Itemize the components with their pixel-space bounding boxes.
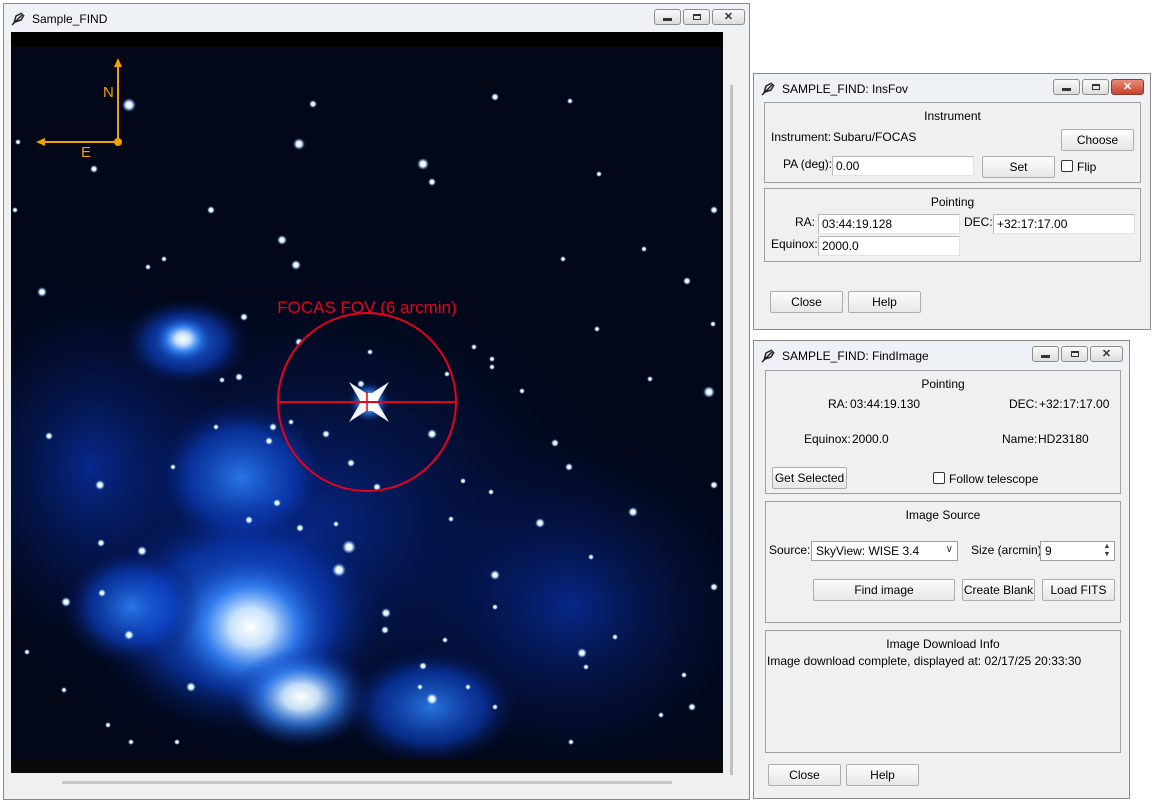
size-label: Size (arcmin): — [971, 543, 1046, 557]
name-label: Name: — [1002, 432, 1038, 446]
dec-label: DEC: — [964, 215, 993, 229]
ra-input[interactable] — [818, 214, 960, 234]
image-bottom-border — [11, 759, 723, 773]
close-icon: ✕ — [723, 10, 734, 23]
equinox-input[interactable] — [818, 236, 960, 256]
download-message: Image download complete, displayed at: 0… — [767, 654, 1082, 668]
dec-label: DEC: — [1009, 397, 1038, 411]
help-button[interactable]: Help — [848, 291, 921, 313]
close-window-button[interactable]: ✕ — [1111, 79, 1144, 95]
close-window-button[interactable]: ✕ — [712, 9, 745, 25]
name-value: HD23180 — [1038, 432, 1089, 446]
pointing-group-title: Pointing — [921, 377, 965, 391]
source-label: Source: — [769, 543, 811, 557]
download-info-group: Image Download Info Image download compl… — [765, 630, 1121, 753]
insfov-window: SAMPLE_FIND: InsFov ✕ Instrument Instrum… — [753, 73, 1151, 330]
compass-north-label: N — [103, 84, 114, 101]
compass-origin — [114, 138, 122, 146]
spin-arrows-icon[interactable]: ▲ ▼ — [1101, 543, 1113, 559]
minimize-icon — [663, 18, 672, 21]
horizontal-scrollbar[interactable] — [12, 775, 724, 791]
follow-telescope-checkbox[interactable] — [933, 472, 945, 484]
ra-value: 03:44:19.130 — [850, 397, 921, 411]
create-blank-button[interactable]: Create Blank — [962, 579, 1035, 601]
ra-label: RA: — [795, 215, 816, 229]
find-image-button[interactable]: Find image — [813, 579, 955, 601]
pa-label: PA (deg): — [783, 157, 833, 171]
minimize-button[interactable] — [1053, 79, 1080, 95]
feather-icon — [761, 82, 775, 96]
minimize-button[interactable] — [654, 9, 681, 25]
title-bar[interactable]: Sample_FIND ✕ — [4, 4, 749, 33]
minimize-button[interactable] — [1032, 346, 1059, 362]
equinox-value: 2000.0 — [852, 432, 889, 446]
source-select[interactable]: SkyView: WISE 3.4 ∨ — [811, 541, 958, 561]
dec-value: +32:17:17.00 — [1039, 397, 1110, 411]
pointing-group: Pointing RA: DEC: Equinox: — [764, 188, 1141, 262]
window-title: SAMPLE_FIND: FindImage — [782, 349, 929, 363]
compass-east-label: E — [81, 144, 91, 161]
flip-checkbox[interactable] — [1061, 160, 1073, 172]
pointing-group-title: Pointing — [930, 195, 975, 209]
nebula-upper-core — [153, 315, 213, 363]
image-source-group-title: Image Source — [905, 508, 981, 522]
instrument-value: Subaru/FOCAS — [833, 130, 917, 144]
vertical-scroll-thumb[interactable] — [730, 85, 733, 775]
set-button[interactable]: Set — [982, 156, 1055, 178]
chevron-down-icon: ∨ — [945, 544, 953, 555]
load-fits-button[interactable]: Load FITS — [1042, 579, 1115, 601]
image-source-group: Image Source Source: SkyView: WISE 3.4 ∨… — [765, 501, 1121, 623]
instrument-group: Instrument Instrument: Subaru/FOCAS Choo… — [764, 102, 1141, 183]
sky-image[interactable]: FOCAS FOV (6 arcmin) N E — [0, 47, 771, 787]
get-selected-button[interactable]: Get Selected — [772, 467, 847, 489]
fov-label: FOCAS FOV (6 arcmin) — [277, 298, 456, 317]
follow-telescope-label: Follow telescope — [949, 472, 1039, 486]
maximize-icon — [1070, 351, 1079, 357]
dec-input[interactable] — [993, 214, 1135, 234]
close-window-button[interactable]: ✕ — [1090, 346, 1123, 362]
window-title: Sample_FIND — [32, 12, 108, 26]
instrument-label: Instrument: — [771, 130, 832, 144]
pa-input[interactable] — [832, 156, 974, 176]
source-select-value: SkyView: WISE 3.4 — [816, 544, 920, 558]
minimize-icon — [1062, 88, 1071, 91]
image-top-border — [11, 32, 723, 47]
sky-image-canvas[interactable]: FOCAS FOV (6 arcmin) N E — [0, 47, 771, 787]
vertical-scrollbar[interactable] — [726, 40, 738, 785]
download-info-title: Image Download Info — [886, 637, 1000, 651]
insfov-title-bar[interactable]: SAMPLE_FIND: InsFov ✕ — [754, 74, 1150, 103]
findimage-window: SAMPLE_FIND: FindImage ✕ Pointing RA: 03… — [753, 340, 1130, 799]
window-title: SAMPLE_FIND: InsFov — [782, 82, 909, 96]
maximize-button[interactable] — [1061, 346, 1088, 362]
horizontal-scroll-thumb[interactable] — [62, 781, 672, 784]
maximize-button[interactable] — [1082, 79, 1109, 95]
choose-button[interactable]: Choose — [1061, 129, 1134, 151]
size-value: 9 — [1045, 544, 1052, 558]
findimage-pointing-group: Pointing RA: 03:44:19.130 DEC: +32:17:17… — [765, 370, 1121, 494]
findimage-title-bar[interactable]: SAMPLE_FIND: FindImage ✕ — [754, 341, 1129, 370]
equinox-label: Equinox: — [771, 237, 818, 251]
size-spinbox[interactable]: 9 ▲ ▼ — [1040, 541, 1115, 561]
help-button[interactable]: Help — [846, 764, 919, 786]
feather-icon — [11, 12, 25, 26]
flip-label: Flip — [1077, 160, 1097, 174]
feather-icon — [761, 349, 775, 363]
maximize-icon — [692, 14, 701, 20]
close-button[interactable]: Close — [768, 764, 841, 786]
ra-label: RA: — [828, 397, 849, 411]
close-icon: ✕ — [1101, 347, 1112, 360]
minimize-icon — [1041, 355, 1050, 358]
instrument-group-title: Instrument — [924, 109, 981, 123]
equinox-label: Equinox: — [804, 432, 851, 446]
maximize-button[interactable] — [683, 9, 710, 25]
close-icon: ✕ — [1122, 80, 1133, 93]
nebula-left — [61, 547, 201, 667]
close-button[interactable]: Close — [770, 291, 843, 313]
maximize-icon — [1091, 84, 1100, 90]
